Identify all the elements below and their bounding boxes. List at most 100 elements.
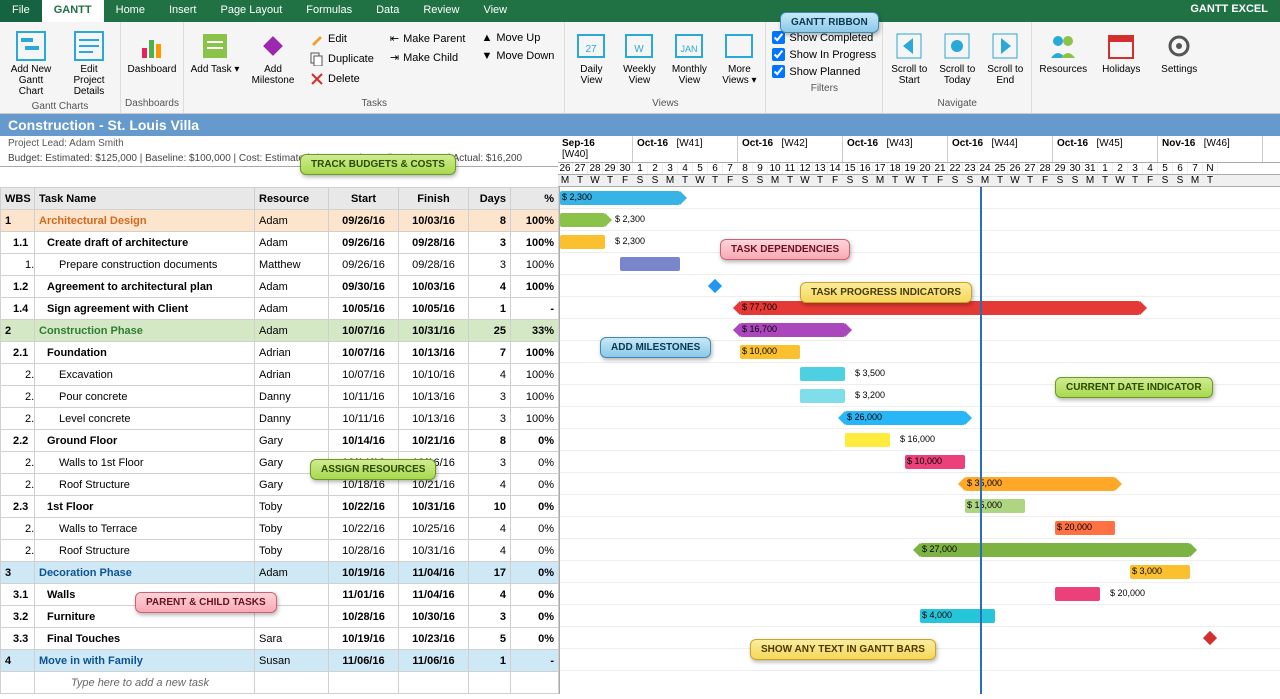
gantt-bar[interactable] [620, 257, 680, 271]
btn-resources[interactable]: Resources [1036, 28, 1090, 77]
indent-icon: ⇥ [390, 51, 399, 64]
btn-monthly[interactable]: JANMonthly View [665, 28, 713, 88]
menu-data[interactable]: Data [364, 0, 411, 22]
task-row[interactable]: 2.1.2Pour concreteDanny10/11/1610/13/163… [1, 386, 559, 408]
menu-pagelayout[interactable]: Page Layout [208, 0, 294, 22]
callout-deps: TASK DEPENDENCIES [720, 239, 850, 260]
gantt-bar[interactable]: $ 35,000 [965, 477, 1115, 491]
btn-add-task[interactable]: Add Task ▾ [188, 28, 242, 77]
btn-add-gantt[interactable]: Add New Gantt Chart [4, 28, 58, 99]
col-wbs[interactable]: WBS [1, 188, 35, 210]
task-row[interactable]: 2.2.1Walls to 1st FloorGary10/14/1610/16… [1, 452, 559, 474]
chk-inprogress[interactable]: Show In Progress [772, 47, 876, 62]
task-row[interactable]: 3.2Furniture10/28/1610/30/1630% [1, 606, 559, 628]
menu-view[interactable]: View [471, 0, 519, 22]
btn-holidays[interactable]: Holidays [1094, 28, 1148, 77]
gantt-bar[interactable]: $ 15,000 [965, 499, 1025, 513]
gantt-bar[interactable]: $ 16,000 [845, 433, 890, 447]
gantt-bar[interactable]: $ 10,000 [905, 455, 965, 469]
gantt-bar[interactable]: $ 27,000 [920, 543, 1190, 557]
task-row[interactable]: 2.1FoundationAdrian10/07/1610/13/167100% [1, 342, 559, 364]
task-row[interactable]: 2.2.2Roof StructureGary10/18/1610/21/164… [1, 474, 559, 496]
btn-delete[interactable]: Delete [306, 70, 378, 88]
task-row[interactable]: 3.1Walls11/01/1611/04/1640% [1, 584, 559, 606]
btn-dashboard[interactable]: Dashboard [125, 28, 179, 77]
task-row[interactable]: 2.3.2Roof StructureToby10/28/1610/31/164… [1, 540, 559, 562]
btn-move-up[interactable]: ▲Move Up [477, 30, 558, 46]
holiday-icon [1105, 30, 1137, 62]
task-row[interactable]: Type here to add a new task [1, 672, 559, 694]
menu-file[interactable]: File [0, 0, 42, 22]
btn-duplicate[interactable]: Duplicate [306, 50, 378, 68]
menu-home[interactable]: Home [104, 0, 157, 22]
details-icon [73, 30, 105, 62]
gantt-bar[interactable]: $ 20,000 [1055, 587, 1100, 601]
gantt-bar[interactable]: $ 3,500 [800, 367, 845, 381]
task-grid[interactable]: WBS Task Name Resource Start Finish Days… [0, 187, 559, 694]
btn-more-views[interactable]: More Views ▾ [717, 28, 761, 88]
task-row[interactable]: 2.2Ground FloorGary10/14/1610/21/1680% [1, 430, 559, 452]
gantt-bar[interactable]: $ 2,300 [560, 213, 605, 227]
btn-make-child[interactable]: ⇥Make Child [386, 49, 470, 66]
task-row[interactable]: 1.2Agreement to architectural planAdam09… [1, 276, 559, 298]
gantt-bar[interactable]: $ 4,000 [920, 609, 995, 623]
btn-settings[interactable]: Settings [1152, 28, 1206, 77]
gantt-bar[interactable]: $ 3,000 [1130, 565, 1190, 579]
task-row[interactable]: 1.1.1Prepare construction documentsMatth… [1, 254, 559, 276]
gantt-bar[interactable]: $ 16,700 [740, 323, 845, 337]
to-end-icon [989, 30, 1021, 62]
col-task[interactable]: Task Name [35, 188, 255, 210]
btn-move-down[interactable]: ▼Move Down [477, 48, 558, 64]
menu-review[interactable]: Review [411, 0, 471, 22]
callout-showtext: SHOW ANY TEXT IN GANTT BARS [750, 639, 936, 660]
btn-scroll-start[interactable]: Scroll to Start [887, 28, 931, 88]
btn-daily[interactable]: 27Daily View [569, 28, 613, 88]
gantt-chart[interactable]: $ 2,300 $ 2,300 $ 2,300 $ 77,700 $ 16,700 $ 1… [559, 187, 1280, 694]
col-resource[interactable]: Resource [255, 188, 329, 210]
calendar-month-icon: JAN [673, 30, 705, 62]
milestone-marker[interactable] [708, 279, 722, 293]
btn-scroll-end[interactable]: Scroll to End [983, 28, 1027, 88]
task-row[interactable]: 3.3Final TouchesSara10/19/1610/23/1650% [1, 628, 559, 650]
task-row[interactable]: 1.1Create draft of architectureAdam09/26… [1, 232, 559, 254]
gantt-bar[interactable]: $ 10,000 [740, 345, 800, 359]
task-row[interactable]: 3Decoration PhaseAdam10/19/1611/04/16170… [1, 562, 559, 584]
btn-scroll-today[interactable]: Scroll to Today [935, 28, 979, 88]
svg-text:W: W [635, 44, 645, 55]
gantt-bar[interactable]: $ 2,300 [560, 191, 680, 205]
project-title: Construction - St. Louis Villa [0, 114, 1280, 136]
copy-icon [310, 52, 324, 66]
btn-add-milestone[interactable]: Add Milestone [246, 28, 300, 88]
timeline-months: Sep-16 [W40]Oct-16 [W41]Oct-16 [W42]Oct-… [558, 136, 1280, 163]
milestone-icon [257, 30, 289, 62]
task-row[interactable]: 2Construction PhaseAdam10/07/1610/31/162… [1, 320, 559, 342]
gantt-bar[interactable]: $ 77,700 [740, 301, 1140, 315]
callout-milestones: ADD MILESTONES [600, 337, 711, 358]
task-row[interactable]: 2.31st FloorToby10/22/1610/31/16100% [1, 496, 559, 518]
btn-make-parent[interactable]: ⇤Make Parent [386, 30, 470, 47]
col-pct[interactable]: % [511, 188, 559, 210]
col-start[interactable]: Start [329, 188, 399, 210]
milestone-marker[interactable] [1203, 631, 1217, 645]
btn-edit-project[interactable]: Edit Project Details [62, 28, 116, 99]
gantt-bar[interactable]: $ 3,200 [800, 389, 845, 403]
col-days[interactable]: Days [469, 188, 511, 210]
gantt-bar[interactable]: $ 2,300 [560, 235, 605, 249]
chk-planned[interactable]: Show Planned [772, 64, 876, 79]
task-row[interactable]: 1.4Sign agreement with ClientAdam10/05/1… [1, 298, 559, 320]
calendar-more-icon [723, 30, 755, 62]
task-row[interactable]: 2.3.1Walls to TerraceToby10/22/1610/25/1… [1, 518, 559, 540]
gantt-bar[interactable]: $ 26,000 [845, 411, 965, 425]
menu-formulas[interactable]: Formulas [294, 0, 364, 22]
menu-insert[interactable]: Insert [157, 0, 209, 22]
task-row[interactable]: 2.1.3Level concreteDanny10/11/1610/13/16… [1, 408, 559, 430]
btn-weekly[interactable]: WWeekly View [617, 28, 661, 88]
grp-navigate: Navigate [938, 96, 977, 111]
btn-edit[interactable]: Edit [306, 30, 378, 48]
gantt-bar[interactable]: $ 20,000 [1055, 521, 1115, 535]
task-row[interactable]: 2.1.1ExcavationAdrian10/07/1610/10/16410… [1, 364, 559, 386]
task-row[interactable]: 4Move in with FamilySusan11/06/1611/06/1… [1, 650, 559, 672]
task-row[interactable]: 1Architectural DesignAdam09/26/1610/03/1… [1, 210, 559, 232]
menu-gantt[interactable]: GANTT [42, 0, 104, 22]
col-finish[interactable]: Finish [399, 188, 469, 210]
